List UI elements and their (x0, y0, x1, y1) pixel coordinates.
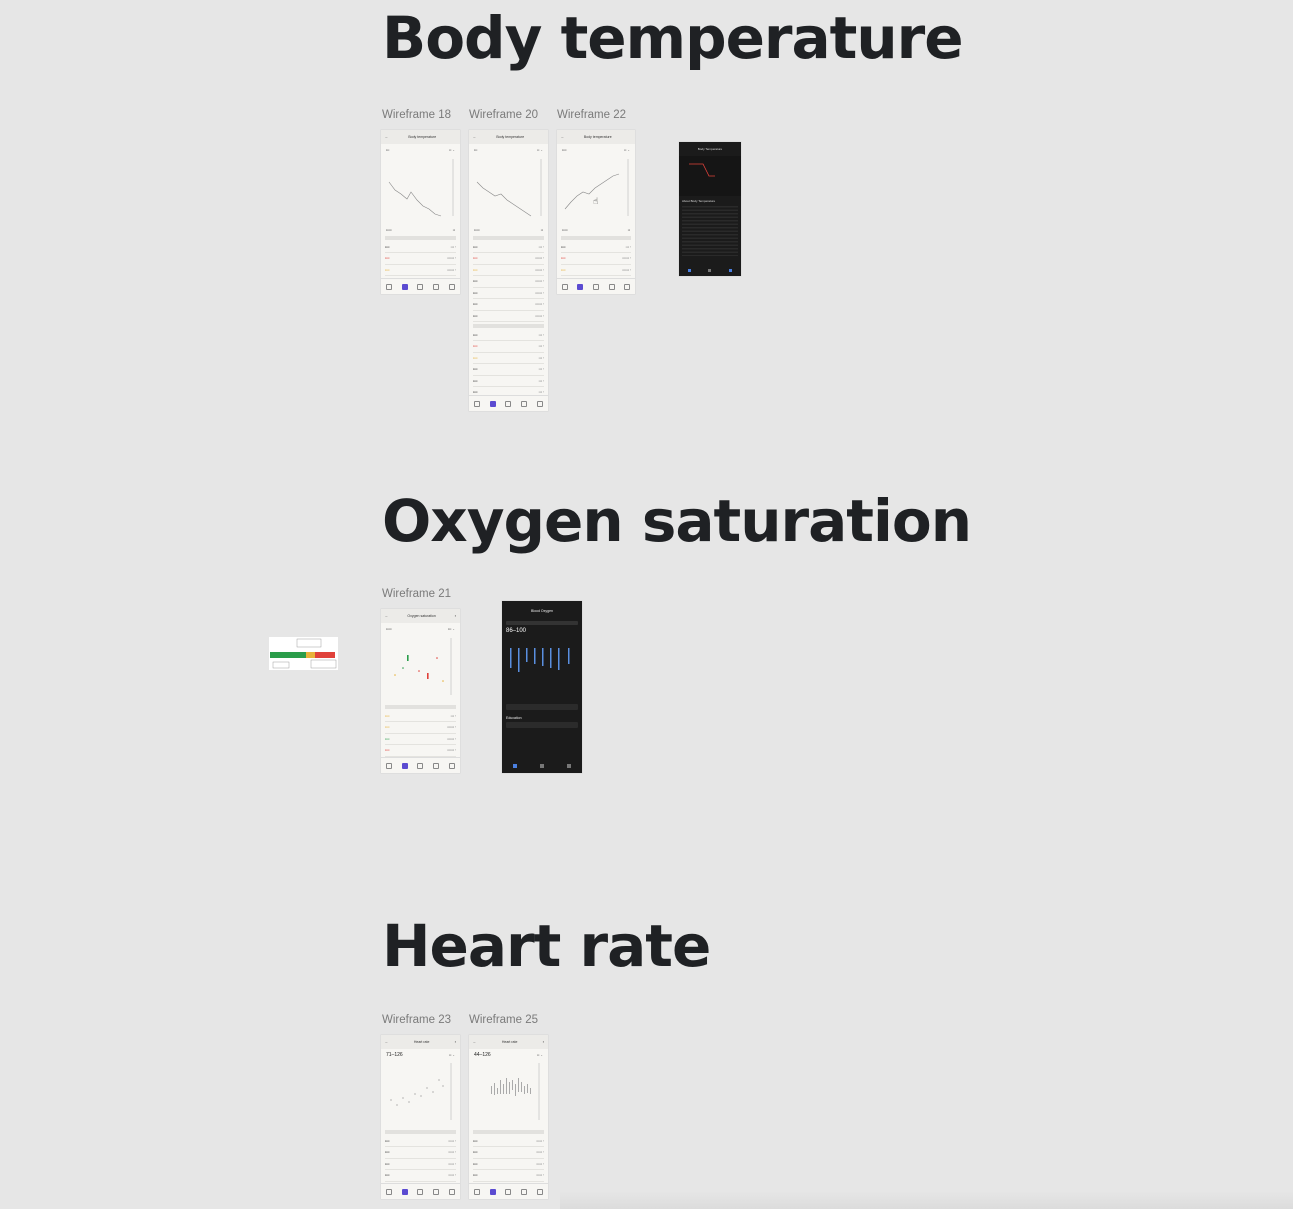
wireframe-25-frame[interactable]: ← Heart rate ▪ 44–126 ▪▪ ⌄ ▪▪▪▪ ▪▪▪▪▪ › ▪▪▪▪… (469, 1035, 548, 1199)
reference-range: 86–100 (506, 628, 527, 634)
frame-label-wireframe-18[interactable]: Wireframe 18 (382, 109, 451, 121)
svg-text:☝: ☝ (593, 197, 598, 207)
temperature-line-chart: ☝ (564, 159, 629, 216)
body-temperature-reference-screen[interactable]: Body Temperature About Body Temperature (679, 142, 741, 276)
temperature-line-chart (476, 159, 542, 217)
frame-header: Heart rate (413, 1040, 430, 1044)
reference-header: Body Temperature (697, 147, 723, 151)
back-icon[interactable]: ← (385, 135, 389, 139)
section-title-oxygen-saturation: Oxygen saturation (382, 487, 972, 555)
back-icon[interactable]: ← (561, 135, 565, 139)
bottom-edge-shadow (560, 1191, 1293, 1209)
wireframe-21-frame[interactable]: ← Oxygen saturation ▪ ▪▪▪▪▪ ▪▪▪ ⌄ ▪▪▪▪ ▪▪▪ ›… (381, 609, 460, 773)
heart-rate-range: 71–126 (386, 1052, 403, 1058)
wireframe-23-frame[interactable]: ← Heart rate ▪ 71–126 ▪▪ ⌄ ▪▪▪▪ ▪▪▪▪▪ › ▪▪▪▪… (381, 1035, 460, 1199)
frame-header: Body temperature (496, 135, 525, 139)
section-title-body-temperature: Body temperature (382, 4, 964, 72)
wireframe-20-frame[interactable]: ← Body temperature ▪▪▪ ▪▪ ⌄ ▪▪▪▪▪ ▪▪ ▪▪▪▪ ▪▪… (469, 130, 548, 411)
section-title-heart-rate: Heart rate (382, 912, 711, 980)
back-icon[interactable]: ← (385, 1040, 389, 1044)
reference-chart (679, 156, 741, 196)
reference-education-title: Education (506, 716, 522, 720)
frame-label-wireframe-22[interactable]: Wireframe 22 (557, 109, 626, 121)
back-icon[interactable]: ← (473, 1040, 477, 1044)
frame-label-wireframe-20[interactable]: Wireframe 20 (469, 109, 538, 121)
frame-label-wireframe-25[interactable]: Wireframe 25 (469, 1014, 538, 1026)
heart-rate-range: 44–126 (474, 1052, 491, 1058)
wireframe-22-frame[interactable]: ← Body temperature ▪▪▪▪ ▪▪ ⌄ ☝ ▪▪▪▪▪ ▪▪ ▪▪▪… (557, 130, 635, 294)
oxygen-range-diagram[interactable] (269, 637, 338, 670)
frame-label-wireframe-21[interactable]: Wireframe 21 (382, 588, 451, 600)
reference-bar-chart (510, 648, 570, 672)
frame-label-wireframe-23[interactable]: Wireframe 23 (382, 1014, 451, 1026)
frame-header: Body temperature (583, 135, 612, 139)
oxygen-dot-chart (394, 638, 452, 695)
frame-header: Oxygen saturation (407, 614, 436, 618)
frame-header: Body temperature (408, 135, 437, 139)
reference-header: Blood Oxygen (531, 609, 553, 613)
temperature-line-chart (388, 159, 454, 217)
heart-rate-range-chart (491, 1063, 540, 1120)
wireframe-18-frame[interactable]: ← Body temperature ▪▪▪ ▪▪ ⌄ ▪▪▪▪▪ ▪▪ ▪▪▪▪ ▪▪… (381, 130, 460, 294)
reference-about-title: About Body Temperature (682, 199, 716, 203)
heart-rate-scatter-chart (390, 1063, 452, 1120)
back-icon[interactable]: ← (473, 135, 477, 139)
back-icon[interactable]: ← (385, 614, 389, 618)
blood-oxygen-reference-screen[interactable]: Blood Oxygen 86–100 Education (502, 601, 582, 773)
frame-header: Heart rate (501, 1040, 518, 1044)
